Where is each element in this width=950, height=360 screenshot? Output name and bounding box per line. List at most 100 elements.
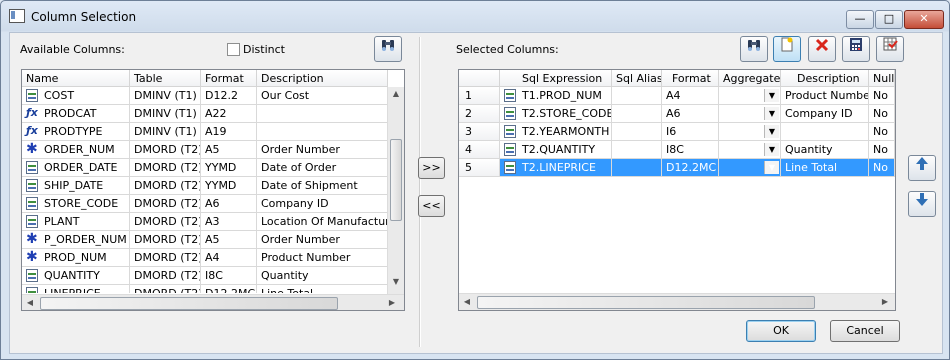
cell-text: DMORD (T2) bbox=[134, 179, 201, 192]
col-header-description[interactable]: Description bbox=[781, 70, 869, 87]
table-row[interactable]: LINEPRICE DMORD (T2) D12.2MC Line Total bbox=[22, 285, 388, 293]
aggregate-dropdown-arrow-icon[interactable]: ▼ bbox=[764, 161, 779, 174]
vertical-scroll-thumb[interactable] bbox=[390, 139, 402, 221]
move-down-button[interactable] bbox=[908, 191, 936, 217]
cell-expr[interactable]: T2.QUANTITY bbox=[500, 141, 612, 159]
cell-desc: Quantity bbox=[781, 141, 869, 159]
col-header-format[interactable]: Format bbox=[662, 70, 719, 87]
cell-expr[interactable]: T2.YEARMONTH bbox=[500, 123, 612, 141]
cell-expr[interactable]: T2.LINEPRICE bbox=[500, 159, 612, 177]
scroll-left-arrow-icon[interactable]: ◀ bbox=[22, 298, 38, 307]
cell-format: I8C bbox=[662, 141, 719, 159]
dialog-window: Column Selection — □ ✕ Available Columns… bbox=[0, 0, 950, 360]
col-header-null[interactable]: Null bbox=[869, 70, 895, 87]
cell-name: STORE_CODE bbox=[22, 195, 130, 213]
table-row[interactable]: QUANTITY DMORD (T2) I8C Quantity bbox=[22, 267, 388, 285]
scroll-down-arrow-icon[interactable]: ▼ bbox=[388, 277, 404, 286]
cell-text: QUANTITY bbox=[44, 269, 100, 282]
computed-field-icon: ƒx bbox=[26, 123, 38, 137]
cell-alias[interactable] bbox=[612, 105, 662, 123]
cell-alias[interactable] bbox=[612, 87, 662, 105]
cell-expr[interactable]: T1.PROD_NUM bbox=[500, 87, 612, 105]
table-row[interactable]: ORDER_DATE DMORD (T2) YYMD Date of Order bbox=[22, 159, 388, 177]
scroll-up-arrow-icon[interactable]: ▲ bbox=[388, 89, 404, 98]
aggregate-dropdown-arrow-icon[interactable]: ▼ bbox=[764, 89, 779, 102]
table-row[interactable]: STORE_CODE DMORD (T2) A6 Company ID bbox=[22, 195, 388, 213]
cell-text: Line Total bbox=[785, 161, 838, 174]
table-row[interactable]: 2 T2.STORE_CODE A6 ▼ Company ID No bbox=[459, 105, 895, 123]
scroll-right-arrow-icon[interactable]: ▶ bbox=[877, 297, 893, 306]
cell-agg[interactable]: ▼ bbox=[719, 87, 781, 105]
table-row[interactable]: PLANT DMORD (T2) A3 Location Of Manufacturi… bbox=[22, 213, 388, 231]
table-row[interactable]: 5 T2.LINEPRICE D12.2MC ▼ Line Total No bbox=[459, 159, 895, 177]
available-horizontal-scrollbar[interactable]: ◀ ▶ bbox=[22, 294, 404, 310]
col-header-aggregate[interactable]: Aggregate bbox=[719, 70, 781, 87]
cell-text: 2 bbox=[465, 107, 472, 120]
table-row[interactable]: COST DMINV (T1) D12.2 Our Cost bbox=[22, 87, 388, 105]
delete-button[interactable] bbox=[808, 36, 836, 62]
cell-format: A5 bbox=[201, 231, 257, 249]
find-selected-button[interactable] bbox=[740, 36, 768, 62]
ok-button[interactable]: OK bbox=[746, 320, 816, 342]
col-header-format[interactable]: Format bbox=[201, 70, 257, 87]
horizontal-scroll-thumb[interactable] bbox=[477, 296, 815, 309]
minimize-button[interactable]: — bbox=[846, 10, 874, 29]
cell-agg[interactable]: ▼ bbox=[719, 141, 781, 159]
cell-expr[interactable]: T2.STORE_CODE bbox=[500, 105, 612, 123]
cell-table: DMORD (T2) bbox=[130, 285, 201, 293]
close-button[interactable]: ✕ bbox=[904, 10, 944, 29]
column-properties-button[interactable] bbox=[876, 36, 904, 62]
selected-columns-grid[interactable]: Sql Expression Sql Alias Format Aggregat… bbox=[458, 69, 896, 311]
table-row[interactable]: 4 T2.QUANTITY I8C ▼ Quantity No bbox=[459, 141, 895, 159]
col-header-sql-alias[interactable]: Sql Alias bbox=[612, 70, 662, 87]
cell-agg[interactable]: ▼ bbox=[719, 123, 781, 141]
panel-splitter[interactable] bbox=[419, 37, 420, 347]
table-row[interactable]: ✱ P_ORDER_NUM DMORD (T2) A5 Order Number bbox=[22, 231, 388, 249]
remove-column-button[interactable]: << bbox=[418, 195, 445, 217]
distinct-checkbox[interactable] bbox=[227, 43, 240, 56]
table-row[interactable]: 3 T2.YEARMONTH I6 ▼ No bbox=[459, 123, 895, 141]
col-header-description[interactable]: Description bbox=[257, 70, 388, 87]
title-bar[interactable]: Column Selection — □ ✕ bbox=[1, 1, 949, 33]
find-button[interactable] bbox=[374, 36, 402, 62]
cell-text: DMORD (T2) bbox=[134, 143, 201, 156]
cell-text: LINEPRICE bbox=[44, 287, 101, 293]
add-column-button[interactable]: >> bbox=[418, 157, 445, 179]
cell-text: DMINV (T1) bbox=[134, 89, 197, 102]
col-header-sql-expression[interactable]: Sql Expression bbox=[500, 70, 612, 87]
scroll-right-arrow-icon[interactable]: ▶ bbox=[384, 298, 400, 307]
cell-desc: Product Number bbox=[257, 249, 388, 267]
col-header-name[interactable]: Name bbox=[22, 70, 130, 87]
calculator-button[interactable] bbox=[842, 36, 870, 62]
col-header-table[interactable]: Table bbox=[130, 70, 201, 87]
available-vertical-scrollbar[interactable]: ▲ ▼ bbox=[387, 87, 404, 294]
cell-table: DMORD (T2) bbox=[130, 249, 201, 267]
cell-alias[interactable] bbox=[612, 123, 662, 141]
scroll-left-arrow-icon[interactable]: ◀ bbox=[459, 297, 475, 306]
cell-desc: Order Number bbox=[257, 141, 388, 159]
cell-agg[interactable]: ▼ bbox=[719, 159, 781, 177]
table-row[interactable]: SHIP_DATE DMORD (T2) YYMD Date of Shipment bbox=[22, 177, 388, 195]
selected-horizontal-scrollbar[interactable]: ◀ ▶ bbox=[459, 293, 895, 310]
table-row[interactable]: ƒx PRODTYPE DMINV (T1) A19 bbox=[22, 123, 388, 141]
new-expression-button[interactable] bbox=[773, 36, 801, 62]
table-row[interactable]: ✱ PROD_NUM DMORD (T2) A4 Product Number bbox=[22, 249, 388, 267]
computed-field-icon: ƒx bbox=[26, 105, 38, 119]
table-row[interactable]: ✱ ORDER_NUM DMORD (T2) A5 Order Number bbox=[22, 141, 388, 159]
move-up-button[interactable] bbox=[908, 155, 936, 181]
aggregate-dropdown-arrow-icon[interactable]: ▼ bbox=[764, 143, 779, 156]
table-row[interactable]: 1 T1.PROD_NUM A4 ▼ Product Number No bbox=[459, 87, 895, 105]
aggregate-dropdown-arrow-icon[interactable]: ▼ bbox=[764, 107, 779, 120]
cell-alias[interactable] bbox=[612, 159, 662, 177]
table-row[interactable]: ƒx PRODCAT DMINV (T1) A22 bbox=[22, 105, 388, 123]
maximize-button[interactable]: □ bbox=[875, 10, 903, 29]
cancel-button[interactable]: Cancel bbox=[830, 320, 900, 342]
key-field-icon: ✱ bbox=[26, 231, 38, 247]
horizontal-scroll-thumb[interactable] bbox=[40, 297, 338, 310]
cell-desc bbox=[257, 123, 388, 141]
cell-alias[interactable] bbox=[612, 141, 662, 159]
cell-agg[interactable]: ▼ bbox=[719, 105, 781, 123]
aggregate-dropdown-arrow-icon[interactable]: ▼ bbox=[764, 125, 779, 138]
cell-text: No bbox=[873, 89, 888, 102]
available-columns-grid[interactable]: Name Table Format Description COST DMINV … bbox=[21, 69, 405, 311]
